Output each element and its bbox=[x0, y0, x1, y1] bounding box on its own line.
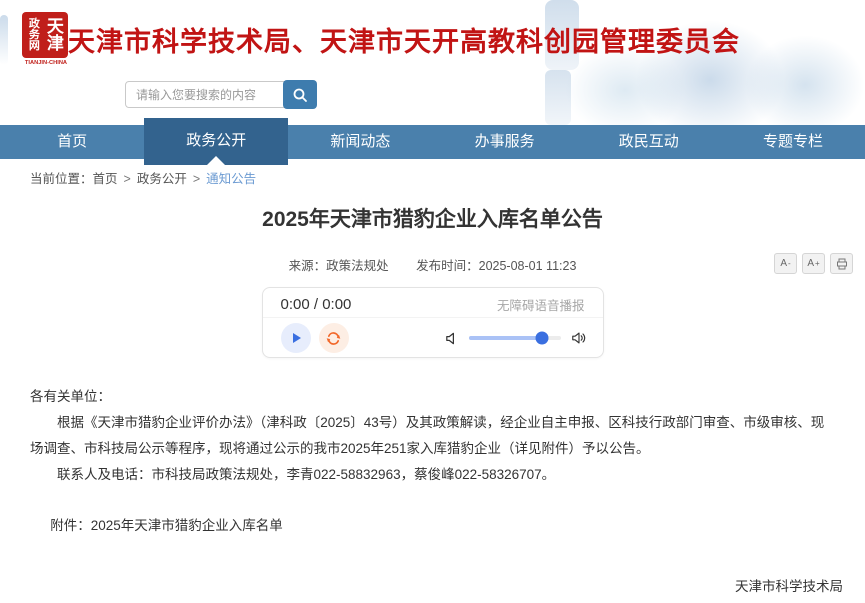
paragraph-announcement: 根据《天津市猎豹企业评价办法》（津科政〔2025〕43号）及其政策解读，经企业自… bbox=[30, 410, 835, 462]
article-source: 来源：政策法规处 bbox=[289, 259, 389, 273]
volume-slider-fill bbox=[469, 336, 543, 340]
signature-date: 2025年8月1日 bbox=[22, 599, 843, 603]
header-watermark-art bbox=[545, 0, 865, 125]
header-left-decoration bbox=[0, 15, 8, 65]
font-decrease-button[interactable]: A- bbox=[774, 253, 797, 274]
paragraph-contacts: 联系人及电话：市科技局政策法规处，李青022-58832963，蔡俊峰022-5… bbox=[30, 462, 835, 488]
article: 2025年天津市猎豹企业入库名单公告 来源：政策法规处 发布时间：2025-08… bbox=[0, 203, 865, 603]
loop-icon bbox=[325, 330, 342, 347]
search-button[interactable] bbox=[283, 80, 317, 109]
site-title: 天津市科学技术局、天津市天开高教科创园管理委员会 bbox=[68, 20, 740, 59]
volume-slider-thumb[interactable] bbox=[536, 332, 549, 345]
play-icon bbox=[288, 330, 304, 346]
volume-loud-icon[interactable] bbox=[571, 330, 587, 346]
search-input[interactable] bbox=[125, 81, 285, 108]
article-publish-time: 发布时间：2025-08-01 11:23 bbox=[416, 259, 576, 273]
audio-player-controls bbox=[263, 318, 603, 358]
article-body: 各有关单位： 根据《天津市猎豹企业评价办法》（津科政〔2025〕43号）及其政策… bbox=[0, 384, 865, 488]
printer-icon bbox=[836, 258, 848, 270]
site-header: 天津 政务网 TIANJIN-CHINA 天津市科学技术局、天津市天开高教科创园… bbox=[0, 0, 865, 125]
breadcrumb-section-link[interactable]: 政务公开 bbox=[137, 172, 187, 186]
breadcrumb-label: 当前位置： bbox=[30, 172, 93, 186]
salutation: 各有关单位： bbox=[30, 384, 835, 410]
audio-player-header: 0:00 / 0:00 无障碍语音播报 bbox=[263, 288, 603, 318]
audio-caption: 无障碍语音播报 bbox=[497, 295, 585, 314]
volume-mute-icon[interactable] bbox=[444, 331, 459, 346]
breadcrumb-current[interactable]: 通知公告 bbox=[206, 172, 256, 186]
article-title: 2025年天津市猎豹企业入库名单公告 bbox=[0, 203, 865, 233]
signature-block: 天津市科学技术局 2025年8月1日 bbox=[0, 574, 865, 603]
signature-org: 天津市科学技术局 bbox=[22, 574, 843, 599]
audio-time: 0:00 / 0:00 bbox=[281, 296, 352, 313]
seal-text-right: 天津 bbox=[46, 18, 65, 52]
attachment-line: 附件：2025年天津市猎豹企业入库名单 bbox=[0, 514, 865, 534]
page: 天津 政务网 TIANJIN-CHINA 天津市科学技术局、天津市天开高教科创园… bbox=[0, 0, 865, 603]
main-nav: 首页 政务公开 新闻动态 办事服务 政民互动 专题专栏 bbox=[0, 125, 865, 159]
article-meta: 来源：政策法规处 发布时间：2025-08-01 11:23 A- A+ bbox=[0, 255, 865, 279]
tianjin-gov-seal-icon: 天津 政务网 bbox=[22, 12, 68, 58]
nav-item-interaction[interactable]: 政民互动 bbox=[577, 125, 721, 159]
nav-item-home[interactable]: 首页 bbox=[0, 125, 144, 159]
nav-item-services[interactable]: 办事服务 bbox=[433, 125, 577, 159]
breadcrumb: 当前位置：首页>政务公开>通知公告 bbox=[0, 159, 865, 193]
nav-item-gov-disclosure[interactable]: 政务公开 bbox=[144, 118, 288, 165]
volume-slider[interactable] bbox=[469, 336, 561, 340]
font-tools: A- A+ bbox=[774, 253, 853, 274]
volume-controls bbox=[444, 330, 587, 346]
nav-item-special-topics[interactable]: 专题专栏 bbox=[721, 125, 865, 159]
search-bar bbox=[125, 80, 317, 109]
nav-item-news[interactable]: 新闻动态 bbox=[288, 125, 432, 159]
breadcrumb-home-link[interactable]: 首页 bbox=[93, 172, 118, 186]
play-button[interactable] bbox=[281, 323, 311, 353]
audio-player: 0:00 / 0:00 无障碍语音播报 bbox=[262, 287, 604, 358]
site-logo: 天津 政务网 TIANJIN-CHINA bbox=[22, 12, 70, 66]
replay-button[interactable] bbox=[319, 323, 349, 353]
search-icon bbox=[292, 87, 308, 103]
font-increase-button[interactable]: A+ bbox=[802, 253, 825, 274]
seal-text-left: 政务网 bbox=[25, 19, 44, 52]
print-button[interactable] bbox=[830, 253, 853, 274]
seal-subtext: TIANJIN-CHINA bbox=[23, 60, 69, 66]
